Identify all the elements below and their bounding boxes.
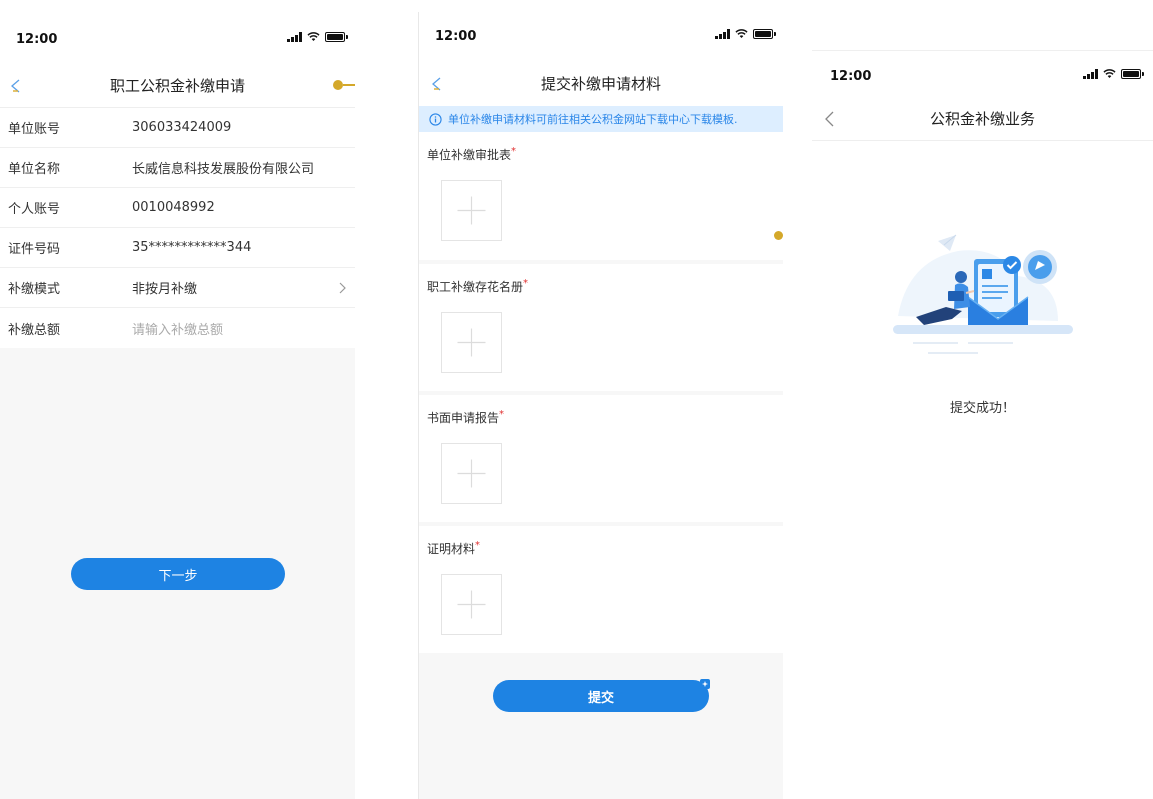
battery-icon xyxy=(325,31,348,42)
notice-text: 单位补缴申请材料可前往相关公积金网站下载中心下载模板. xyxy=(448,113,738,126)
chevron-right-icon xyxy=(339,282,346,294)
nav-bar: 提交补缴申请材料 xyxy=(419,60,783,106)
back-icon[interactable] xyxy=(6,76,26,96)
screen-supplement-application: 12:00 职工公积金补缴申请 单位账号 306033424009 单位名称 长… xyxy=(0,12,355,799)
upload-add-button[interactable] xyxy=(441,443,502,504)
required-mark: * xyxy=(475,540,481,551)
unit-name-row: 单位名称 长威信息科技发展股份有限公司 xyxy=(0,148,355,188)
supplement-mode-value: 非按月补缴 xyxy=(132,282,198,297)
upload-add-button[interactable] xyxy=(441,574,502,635)
supplement-amount-row: 补缴总额 请输入补缴总额 xyxy=(0,308,355,348)
section-title: 职工补缴存花名册* xyxy=(427,278,529,294)
upload-section-written-report: 书面申请报告* xyxy=(419,395,783,522)
status-bar: 12:00 xyxy=(0,12,355,64)
back-icon[interactable] xyxy=(820,109,840,129)
floating-dot-icon[interactable] xyxy=(774,231,783,240)
template-notice: 单位补缴申请材料可前往相关公积金网站下载中心下载模板. xyxy=(419,106,783,132)
upload-section-approval-form: 单位补缴审批表* xyxy=(419,132,783,260)
required-mark: * xyxy=(499,409,505,420)
unit-account-label: 单位账号 xyxy=(8,122,61,137)
personal-account-value: 0010048992 xyxy=(132,200,215,215)
plus-icon xyxy=(457,196,486,225)
next-step-button[interactable]: 下一步 xyxy=(71,558,285,590)
back-icon[interactable] xyxy=(427,74,447,94)
status-time: 12:00 xyxy=(435,29,477,44)
status-time: 12:00 xyxy=(830,69,872,84)
personal-account-row: 个人账号 0010048992 xyxy=(0,188,355,228)
supplement-amount-label: 补缴总额 xyxy=(8,322,61,338)
upload-section-proof-materials: 证明材料* xyxy=(419,526,783,653)
id-number-row: 证件号码 35************344 xyxy=(0,228,355,268)
signal-icon xyxy=(1083,68,1098,79)
page-title: 提交补缴申请材料 xyxy=(540,74,661,93)
wifi-icon xyxy=(307,32,320,41)
wifi-icon xyxy=(1103,69,1116,78)
signal-icon xyxy=(715,28,730,39)
signal-icon xyxy=(287,31,302,42)
submit-button[interactable]: 提交 xyxy=(493,680,709,712)
plus-icon xyxy=(457,590,486,619)
success-message: 提交成功！ xyxy=(949,401,1015,416)
screen-supplement-result: 12:00 公积金补缴业务 提交成功！ xyxy=(812,50,1153,799)
supplement-mode-row[interactable]: 补缴模式 非按月补缴 xyxy=(0,268,355,308)
unit-account-value: 306033424009 xyxy=(132,120,232,135)
status-icons xyxy=(715,27,776,40)
section-title: 单位补缴审批表* xyxy=(427,146,517,162)
wifi-icon xyxy=(735,29,748,38)
page-title: 职工公积金补缴申请 xyxy=(109,77,245,95)
battery-icon xyxy=(1121,68,1144,79)
supplement-amount-input[interactable]: 请输入补缴总额 xyxy=(132,319,223,338)
status-icons xyxy=(1083,67,1144,80)
unit-name-value: 长威信息科技发展股份有限公司 xyxy=(132,162,315,177)
floating-dot-tail xyxy=(343,84,355,86)
upload-add-button[interactable] xyxy=(441,312,502,373)
plus-icon xyxy=(457,328,486,357)
nav-bar: 职工公积金补缴申请 xyxy=(0,64,355,108)
page-title: 公积金补缴业务 xyxy=(929,110,1035,128)
status-bar: 12:00 xyxy=(419,12,783,60)
personal-account-label: 个人账号 xyxy=(8,202,61,217)
battery-icon xyxy=(753,28,776,39)
screen-submit-materials: 12:00 提交补缴申请材料 单位补缴申请材料可前往相关公积金网站下载中心下载模… xyxy=(418,12,783,799)
plus-icon xyxy=(457,459,486,488)
id-number-label: 证件号码 xyxy=(8,242,61,257)
unit-name-label: 单位名称 xyxy=(8,162,61,177)
floating-dot-icon[interactable] xyxy=(333,80,343,90)
sparkle-badge-icon xyxy=(700,679,710,689)
section-title: 书面申请报告* xyxy=(427,409,505,425)
info-icon xyxy=(429,112,442,126)
status-icons xyxy=(287,30,348,43)
supplement-mode-label: 补缴模式 xyxy=(8,282,61,297)
upload-add-button[interactable] xyxy=(441,180,502,241)
required-mark: * xyxy=(511,146,517,157)
required-mark: * xyxy=(523,278,529,289)
unit-account-row: 单位账号 306033424009 xyxy=(0,108,355,148)
upload-section-roster: 职工补缴存花名册* xyxy=(419,264,783,391)
status-time: 12:00 xyxy=(16,32,58,47)
status-bar: 12:00 xyxy=(812,51,1153,97)
section-title: 证明材料* xyxy=(427,540,481,556)
id-number-value: 35************344 xyxy=(132,240,252,255)
success-illustration xyxy=(893,234,1073,354)
nav-bar: 公积金补缴业务 xyxy=(812,97,1153,141)
